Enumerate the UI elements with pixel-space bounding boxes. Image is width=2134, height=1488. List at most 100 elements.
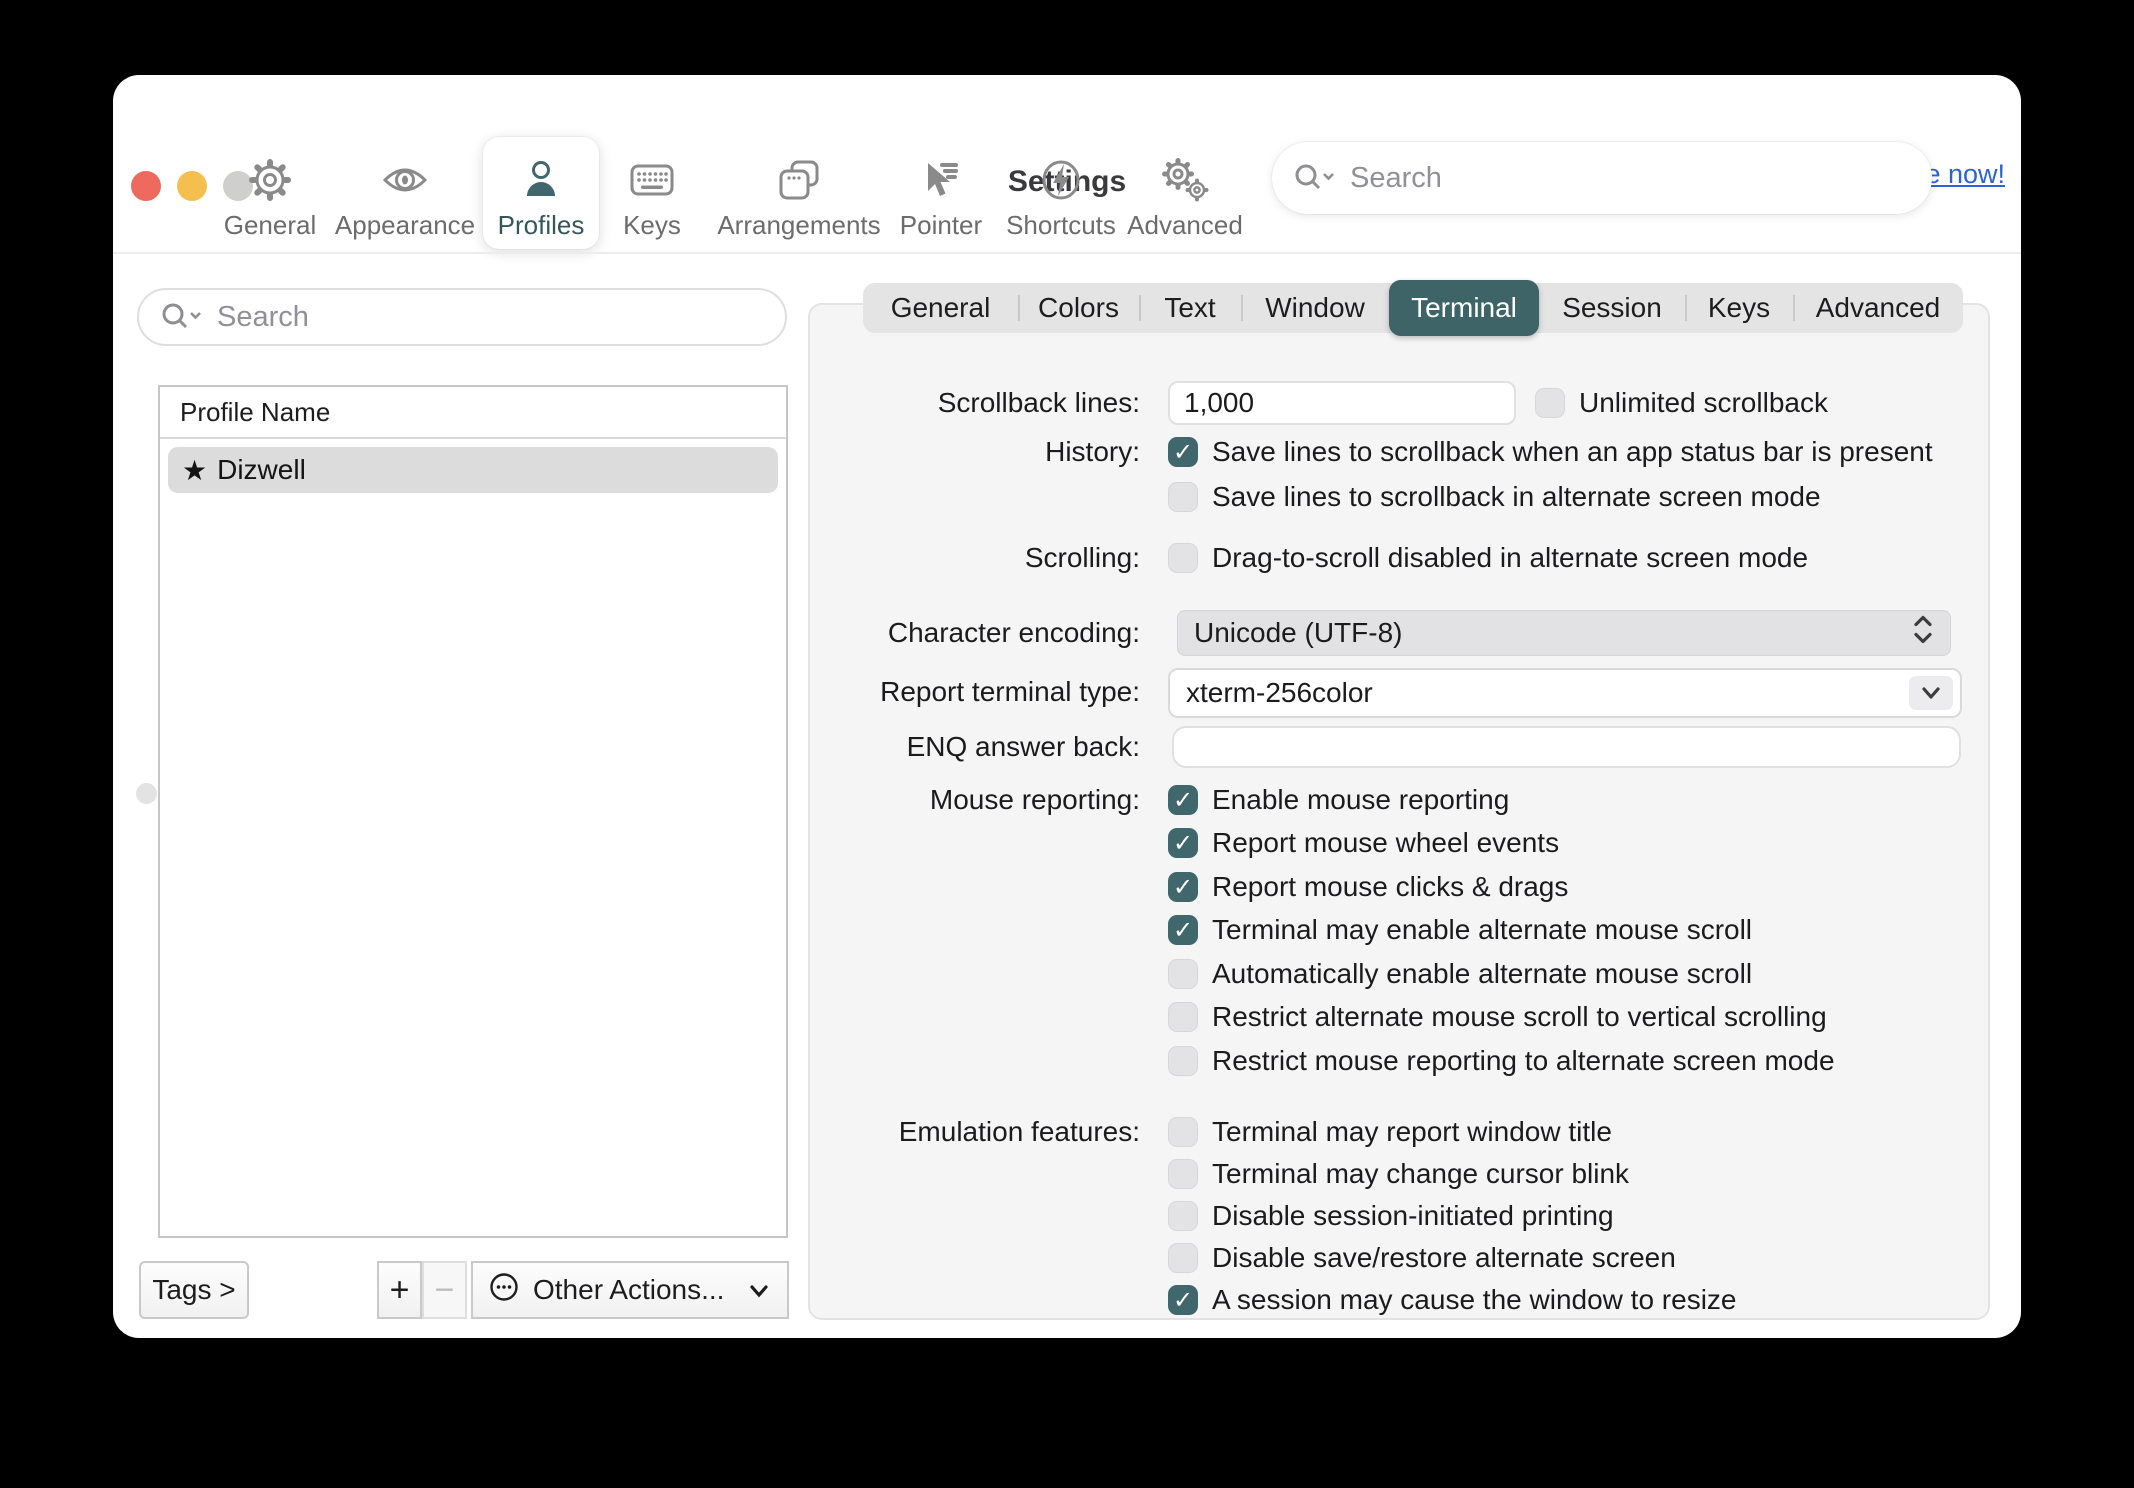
toolbar-label: Pointer <box>900 210 982 241</box>
unlimited-scrollback-checkbox[interactable] <box>1535 388 1565 418</box>
history-label: History: <box>830 430 1140 474</box>
toolbar-search <box>1272 142 1932 214</box>
tab-colors[interactable]: Colors <box>1018 283 1139 333</box>
unlimited-scrollback-row: Unlimited scrollback <box>1535 381 1828 425</box>
other-actions-label: Other Actions... <box>533 1274 724 1306</box>
profile-name-column-header[interactable]: Profile Name <box>160 387 786 437</box>
checkbox-row: Enable mouse reporting <box>1168 778 1509 822</box>
checkbox-label[interactable]: Automatically enable alternate mouse scr… <box>1212 958 1752 990</box>
report-terminal-type-label: Report terminal type: <box>830 670 1140 714</box>
toolbar-divider <box>113 252 2021 254</box>
checkbox-label[interactable]: Unlimited scrollback <box>1579 387 1828 419</box>
keyboard-icon <box>628 157 676 203</box>
toolbar-item-arrangements[interactable]: Arrangements <box>741 137 857 249</box>
header-divider <box>160 437 786 439</box>
tab-general[interactable]: General <box>863 283 1018 333</box>
star-icon: ★ <box>182 454 207 487</box>
toolbar-search-input[interactable] <box>1350 142 1910 214</box>
scrollback-lines-label: Scrollback lines: <box>830 381 1140 425</box>
desktop-background: Settings Support the creator of iTerm2 –… <box>0 0 2134 1488</box>
toolbar-item-pointer[interactable]: Pointer <box>883 137 999 249</box>
scrolling-label: Scrolling: <box>830 536 1140 580</box>
remove-profile-button[interactable]: − <box>422 1261 467 1319</box>
toolbar-item-profiles[interactable]: Profiles <box>483 137 599 249</box>
checkbox-label[interactable]: Terminal may enable alternate mouse scro… <box>1212 914 1752 946</box>
combo-dropdown-button[interactable] <box>1909 676 1953 710</box>
splitter-handle[interactable] <box>136 783 157 804</box>
save-lines-statusbar-checkbox[interactable] <box>1168 437 1198 467</box>
checkbox-row: Save lines to scrollback in alternate sc… <box>1168 475 1821 519</box>
checkbox-label[interactable]: Restrict mouse reporting to alternate sc… <box>1212 1045 1835 1077</box>
popup-value: Unicode (UTF-8) <box>1194 617 1402 649</box>
checkbox-row: Save lines to scrollback when an app sta… <box>1168 430 1933 474</box>
auto-alt-mouse-scroll-checkbox[interactable] <box>1168 959 1198 989</box>
save-lines-altscreen-checkbox[interactable] <box>1168 482 1198 512</box>
gear-icon <box>247 157 293 203</box>
person-icon <box>518 157 564 203</box>
lightning-icon <box>1038 157 1084 203</box>
toolbar-label: Appearance <box>335 210 475 241</box>
toolbar-item-shortcuts[interactable]: Shortcuts <box>1003 137 1119 249</box>
scrollback-lines-input[interactable] <box>1168 381 1516 425</box>
checkbox-label[interactable]: Restrict alternate mouse scroll to verti… <box>1212 1001 1827 1033</box>
report-window-title-checkbox[interactable] <box>1168 1117 1198 1147</box>
checkbox-row: Terminal may change cursor blink <box>1168 1152 1629 1196</box>
profile-search <box>137 288 787 346</box>
tab-session[interactable]: Session <box>1539 283 1685 333</box>
checkbox-row: Report mouse wheel events <box>1168 821 1559 865</box>
enq-answer-back-input[interactable] <box>1172 726 1961 768</box>
tab-advanced[interactable]: Advanced <box>1793 283 1963 333</box>
toolbar-item-appearance[interactable]: Appearance <box>347 137 463 249</box>
minimize-button[interactable] <box>177 171 207 201</box>
checkbox-label[interactable]: Save lines to scrollback when an app sta… <box>1212 436 1933 468</box>
chevron-down-icon <box>1919 685 1943 701</box>
checkbox-label[interactable]: Disable session-initiated printing <box>1212 1200 1614 1232</box>
add-profile-button[interactable]: + <box>377 1261 422 1319</box>
tab-text[interactable]: Text <box>1139 283 1241 333</box>
checkbox-label[interactable]: Report mouse wheel events <box>1212 827 1559 859</box>
restrict-alt-scroll-vertical-checkbox[interactable] <box>1168 1002 1198 1032</box>
session-resize-window-checkbox[interactable] <box>1168 1285 1198 1315</box>
drag-to-scroll-checkbox[interactable] <box>1168 543 1198 573</box>
terminal-type-combobox[interactable]: xterm-256color <box>1168 668 1962 718</box>
enable-mouse-reporting-checkbox[interactable] <box>1168 785 1198 815</box>
tab-terminal[interactable]: Terminal <box>1389 280 1539 336</box>
checkbox-label[interactable]: Save lines to scrollback in alternate sc… <box>1212 481 1821 513</box>
checkbox-label[interactable]: Terminal may change cursor blink <box>1212 1158 1629 1190</box>
report-mouse-wheel-checkbox[interactable] <box>1168 828 1198 858</box>
checkbox-label[interactable]: Enable mouse reporting <box>1212 784 1509 816</box>
checkbox-row: Terminal may enable alternate mouse scro… <box>1168 908 1752 952</box>
toolbar-item-general[interactable]: General <box>212 137 328 249</box>
disable-save-restore-checkbox[interactable] <box>1168 1243 1198 1273</box>
checkbox-label[interactable]: Terminal may report window title <box>1212 1116 1612 1148</box>
disable-printing-checkbox[interactable] <box>1168 1201 1198 1231</box>
change-cursor-blink-checkbox[interactable] <box>1168 1159 1198 1189</box>
checkbox-row: Terminal may report window title <box>1168 1110 1612 1154</box>
tags-button[interactable]: Tags > <box>139 1261 249 1319</box>
checkbox-label[interactable]: Disable save/restore alternate screen <box>1212 1242 1676 1274</box>
toolbar-item-keys[interactable]: Keys <box>594 137 710 249</box>
profile-row-dizwell[interactable]: ★ Dizwell <box>168 447 778 493</box>
other-actions-dropdown[interactable]: Other Actions... <box>471 1261 789 1319</box>
close-button[interactable] <box>131 171 161 201</box>
terminal-alt-mouse-scroll-checkbox[interactable] <box>1168 915 1198 945</box>
checkbox-label[interactable]: A session may cause the window to resize <box>1212 1284 1736 1316</box>
windows-icon <box>776 157 822 203</box>
eye-icon <box>381 157 429 203</box>
profile-list: Profile Name ★ Dizwell <box>158 385 788 1238</box>
ellipsis-circle-icon <box>487 1270 521 1311</box>
profile-name: Dizwell <box>217 454 306 486</box>
profile-search-input[interactable] <box>217 290 777 344</box>
checkbox-row: Disable save/restore alternate screen <box>1168 1236 1676 1280</box>
report-mouse-clicks-checkbox[interactable] <box>1168 872 1198 902</box>
toolbar-label: General <box>224 210 317 241</box>
toolbar-item-advanced[interactable]: Advanced <box>1127 137 1243 249</box>
checkbox-label[interactable]: Drag-to-scroll disabled in alternate scr… <box>1212 542 1808 574</box>
character-encoding-popup[interactable]: Unicode (UTF-8) <box>1177 610 1951 656</box>
checkbox-label[interactable]: Report mouse clicks & drags <box>1212 871 1568 903</box>
restrict-mouse-reporting-checkbox[interactable] <box>1168 1046 1198 1076</box>
checkbox-row: Restrict alternate mouse scroll to verti… <box>1168 995 1827 1039</box>
toolbar-label: Arrangements <box>717 210 880 241</box>
tab-window[interactable]: Window <box>1241 283 1389 333</box>
tab-keys[interactable]: Keys <box>1685 283 1793 333</box>
